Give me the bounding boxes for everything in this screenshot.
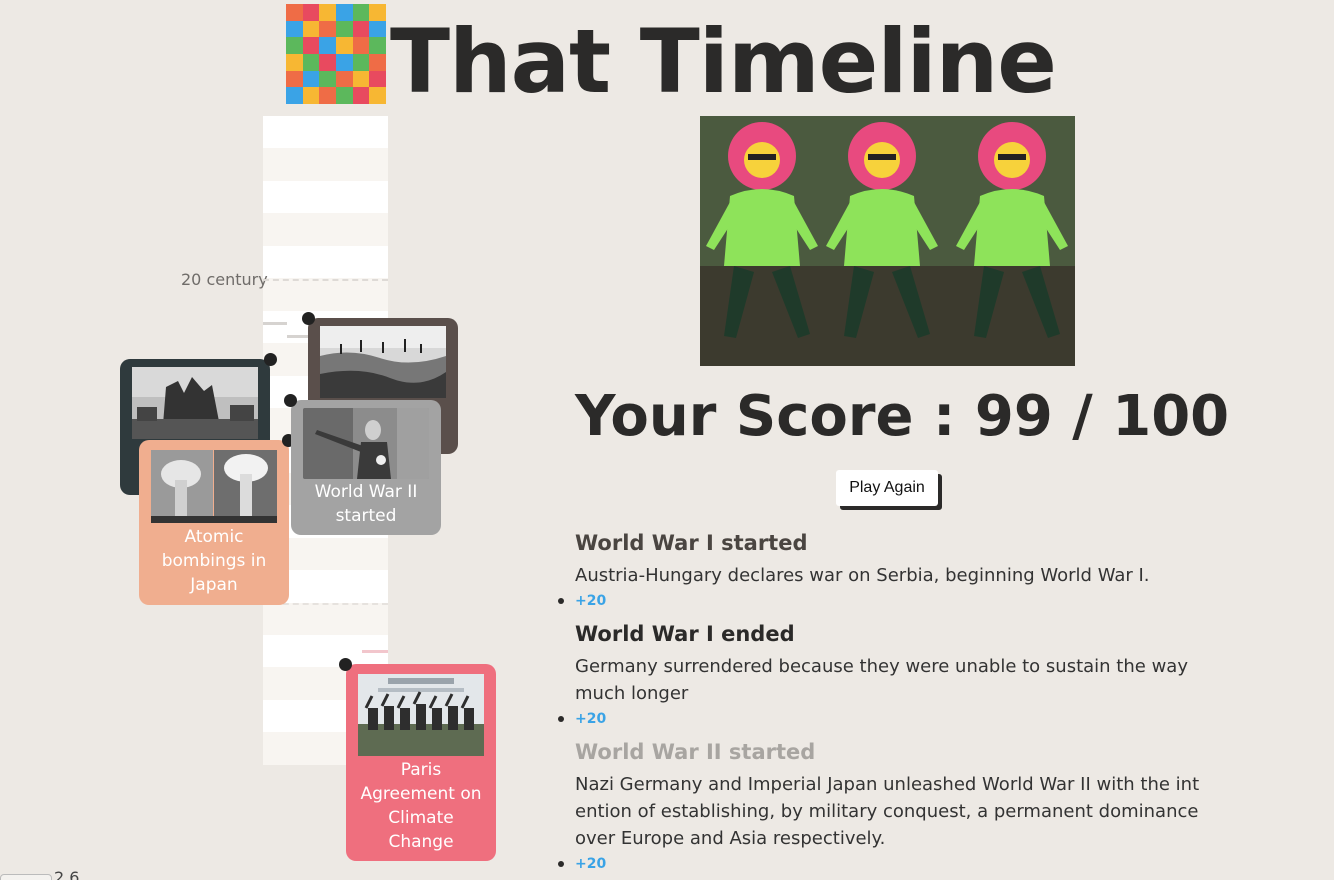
- logo-grid-icon: [286, 4, 386, 104]
- timeline-anchor-dot: [284, 394, 297, 407]
- results-list: World War I started Austria-Hungary decl…: [558, 528, 1200, 880]
- result-points: +20: [558, 591, 1200, 611]
- logo-cell: [352, 4, 370, 21]
- century-divider: [263, 279, 388, 281]
- logo-cell: [369, 53, 386, 71]
- logo-cell: [335, 53, 353, 71]
- result-title: World War I started: [575, 531, 808, 555]
- logo-cell: [369, 4, 386, 21]
- logo-cell: [335, 4, 353, 21]
- timeline-card-atomic[interactable]: Atomic bombings in Japan: [139, 440, 289, 605]
- logo-cell: [352, 70, 370, 88]
- logo-cell: [335, 70, 353, 88]
- city-ruins-photo: [128, 367, 262, 439]
- timeline-anchor-dot: [302, 312, 315, 325]
- logo-cell: [319, 20, 336, 38]
- logo-cell: [286, 53, 303, 71]
- logo-cell: [302, 20, 320, 38]
- logo-cell: [302, 53, 320, 71]
- timeline-stripe: [263, 213, 388, 246]
- logo-cell: [352, 53, 370, 71]
- logo-cell: [369, 37, 386, 54]
- logo-cell: [319, 70, 336, 88]
- dictator-salute-photo: [303, 408, 429, 479]
- mushroom-cloud-photo: [147, 450, 281, 523]
- logo-cell: [369, 70, 386, 88]
- result-description: Nazi Germany and Imperial Japan unleashe…: [575, 774, 1200, 849]
- logo-cell: [319, 53, 336, 71]
- result-points: +20: [558, 709, 1200, 729]
- card-label: Paris Agreement on Climate Change: [360, 760, 482, 852]
- result-title: World War I ended: [575, 622, 795, 646]
- result-description: Austria-Hungary declares war on Serbia, …: [575, 565, 1150, 586]
- play-again-button[interactable]: Play Again: [836, 470, 938, 506]
- timeline-stripe: [263, 245, 388, 279]
- card-label: World War II started: [314, 482, 418, 526]
- result-points: +20: [558, 854, 1200, 874]
- result-item: World War I ended Germany surrendered be…: [558, 619, 1200, 729]
- card-label: Atomic bombings in Japan: [161, 527, 267, 595]
- logo-cell: [335, 87, 353, 104]
- timeline-tick: [263, 322, 287, 325]
- logo-cell: [369, 87, 386, 104]
- logo-cell: [302, 87, 320, 104]
- logo-cell: [335, 37, 353, 54]
- result-item: World War I started Austria-Hungary decl…: [558, 528, 1200, 611]
- timeline-card-ww2-started[interactable]: World War II started: [291, 400, 441, 535]
- logo-cell: [319, 37, 336, 54]
- century-label: 20 century: [181, 270, 268, 289]
- logo-cell: [335, 20, 353, 38]
- climate-conference-photo: [354, 674, 488, 756]
- logo-cell: [302, 37, 320, 54]
- logo-cell: [302, 4, 320, 21]
- result-title: World War II started: [575, 740, 816, 764]
- app-title: That Timeline: [390, 10, 1057, 113]
- battlefield-photo: [316, 326, 450, 398]
- result-item: World War II started Nazi Germany and Im…: [558, 737, 1200, 874]
- logo-cell: [352, 20, 370, 38]
- logo-cell: [319, 4, 336, 21]
- timeline-tick: [362, 650, 388, 653]
- timeline-stripe: [263, 116, 388, 149]
- timeline-stripe: [263, 278, 388, 311]
- logo-cell: [302, 70, 320, 88]
- app-root: That Timeline 20 century Atomic bombings…: [0, 0, 1334, 880]
- version-box: [0, 873, 52, 880]
- logo-cell: [286, 37, 303, 54]
- timeline-card-paris[interactable]: Paris Agreement on Climate Change: [346, 664, 496, 861]
- timeline-stripe: [263, 180, 388, 214]
- logo-cell: [286, 20, 303, 38]
- dancing-flower-gif: [700, 116, 1075, 366]
- version-indicator: 2.6: [0, 868, 79, 880]
- logo-cell: [352, 37, 370, 54]
- version-text: 2.6: [54, 868, 80, 880]
- timeline-stripe: [263, 602, 388, 635]
- logo-cell: [286, 87, 303, 104]
- logo-cell: [286, 70, 303, 88]
- timeline-anchor-dot: [264, 353, 277, 366]
- result-description: Germany surrendered because they were un…: [575, 656, 1188, 704]
- logo-cell: [286, 4, 303, 21]
- timeline-anchor-dot: [339, 658, 352, 671]
- score-text: Your Score : 99 / 100: [575, 384, 1230, 449]
- logo-cell: [369, 20, 386, 38]
- logo-cell: [352, 87, 370, 104]
- timeline-stripe: [263, 148, 388, 181]
- logo-cell: [319, 87, 336, 104]
